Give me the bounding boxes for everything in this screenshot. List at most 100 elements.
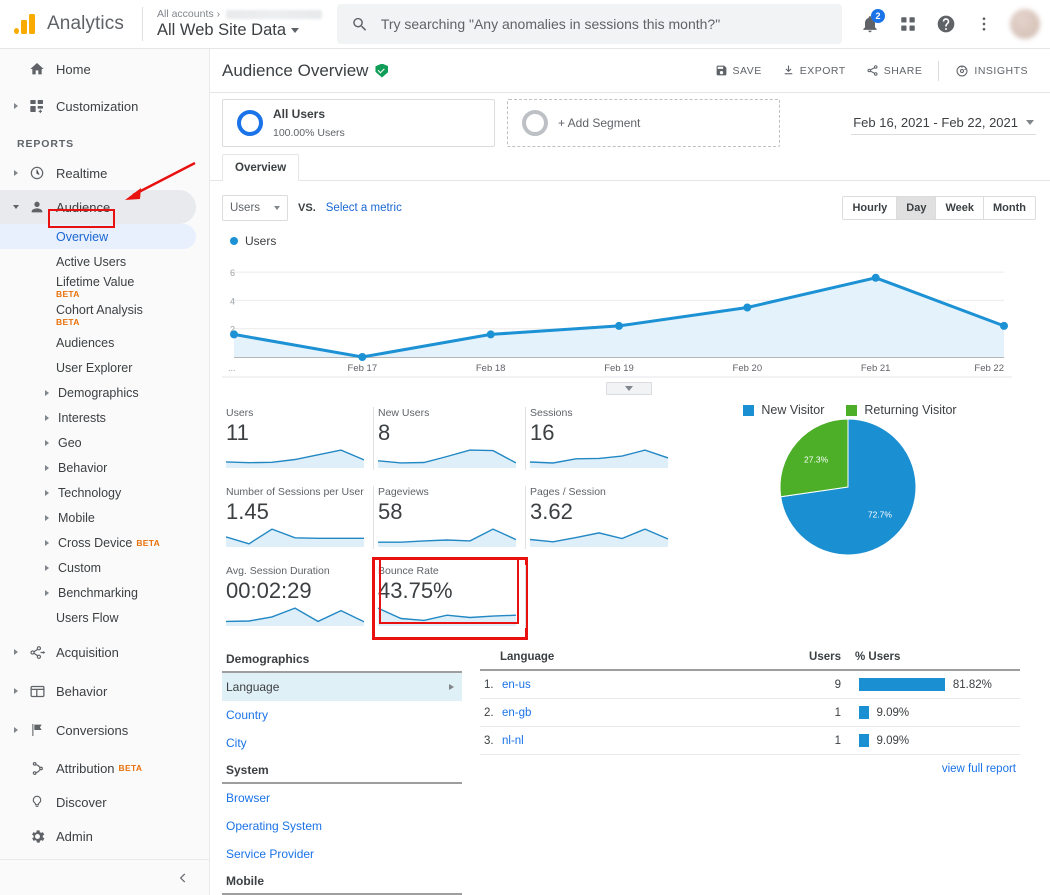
sidebar-item-behavior-audience[interactable]: Behavior [0, 455, 209, 480]
language-table: Language Users % Users 1. en-us 9 81.82% 2. e… [480, 646, 1020, 755]
sidebar-item-mobile[interactable]: Mobile [0, 505, 209, 530]
segment-all-users[interactable]: All Users 100.00% Users [222, 99, 495, 147]
row-language[interactable]: nl-nl [498, 726, 789, 755]
export-button[interactable]: EXPORT [774, 58, 854, 83]
line-chart-svg: 246Feb 17 Feb 18 Feb 19 Feb 20 Feb 21 Feb 22.… [222, 268, 1012, 378]
sidebar-item-technology[interactable]: Technology [0, 480, 209, 505]
account-selector[interactable]: All accounts › All Web Site Data [157, 8, 327, 40]
select-a-metric-link[interactable]: Select a metric [326, 202, 402, 214]
sidebar-item-demographics[interactable]: Demographics [0, 380, 209, 405]
chevron-right-icon [40, 414, 54, 421]
pie-legend-new-visitor[interactable]: New Visitor [743, 403, 824, 417]
sidebar-item-active-users[interactable]: Active Users [0, 249, 209, 274]
add-segment-button[interactable]: + Add Segment [507, 99, 780, 147]
metric-select[interactable]: Users [222, 195, 289, 221]
demographics-item[interactable]: Language [222, 673, 462, 701]
tab-overview[interactable]: Overview [222, 154, 300, 181]
sidebar-item-attribution[interactable]: Attribution BETA [0, 751, 209, 785]
breadcrumb[interactable]: All accounts › [157, 8, 327, 20]
metric-card[interactable]: Sessions 16 [526, 401, 678, 480]
sidebar-item-customization[interactable]: Customization [0, 89, 209, 123]
notifications-button[interactable]: 2 [854, 8, 886, 40]
sidebar-item-home[interactable]: Home [0, 52, 209, 86]
help-button[interactable] [930, 8, 962, 40]
column-header-pct-users[interactable]: % Users [845, 646, 1020, 671]
sidebar-item-user-explorer[interactable]: User Explorer [0, 355, 209, 380]
sidebar-item-audience[interactable]: Audience [0, 190, 196, 224]
svg-text:4: 4 [230, 296, 235, 306]
sidebar-item-discover[interactable]: Discover [0, 785, 209, 819]
language-link[interactable]: nl-nl [502, 735, 524, 747]
demographics-item[interactable]: Service Provider [222, 840, 462, 868]
demographics-item[interactable]: Country [222, 701, 462, 729]
pie-legend-returning-visitor[interactable]: Returning Visitor [846, 403, 957, 417]
grid-apps-icon [901, 17, 915, 31]
chart-zoom-handle[interactable] [606, 382, 652, 395]
sidebar-item-audiences[interactable]: Audiences [0, 330, 209, 355]
language-link[interactable]: en-us [502, 679, 531, 691]
property-selector[interactable]: All Web Site Data [157, 21, 327, 40]
sidebar-item-conversions[interactable]: Conversions [0, 713, 209, 747]
metric-card[interactable]: Avg. Session Duration 00:02:29 [222, 559, 374, 638]
sidebar-item-realtime[interactable]: Realtime [0, 156, 209, 190]
home-icon [24, 61, 50, 77]
metric-card[interactable]: Pages / Session 3.62 [526, 480, 678, 559]
users-line-chart[interactable]: 2 4 6 Feb 17 Feb 18 Feb 19 Feb 20 Feb 21 Feb 22.… [222, 252, 1012, 380]
pie-legend-label-new: New Visitor [761, 403, 825, 417]
sidebar-item-interests[interactable]: Interests [0, 405, 209, 430]
metric-card[interactable]: Users 11 [222, 401, 374, 480]
collapse-sidebar-button[interactable] [0, 859, 209, 895]
demographics-item[interactable]: Browser [222, 784, 462, 812]
view-full-report-link[interactable]: view full report [480, 755, 1020, 775]
metric-card[interactable]: Bounce Rate 43.75% [372, 557, 528, 640]
demographics-item[interactable]: City [222, 729, 462, 757]
sidebar-item-behavior[interactable]: Behavior [0, 674, 209, 708]
table-row[interactable]: 2. en-gb 1 9.09% [480, 698, 1020, 727]
sidebar-item-users-flow[interactable]: Users Flow [0, 605, 209, 630]
pct-bar-wrap: 81.82% [849, 678, 1016, 691]
more-options-button[interactable] [968, 8, 1000, 40]
sidebar-item-admin[interactable]: Admin [0, 819, 209, 853]
avatar[interactable] [1010, 9, 1040, 39]
sidebar-item-overview[interactable]: Overview [0, 224, 196, 249]
demographics-item-label: Service Provider [226, 847, 315, 861]
date-range-picker[interactable]: Feb 16, 2021 - Feb 22, 2021 [851, 112, 1036, 135]
share-button[interactable]: SHARE [858, 58, 931, 83]
granularity-week[interactable]: Week [936, 197, 985, 219]
metric-card-label: New Users [378, 407, 430, 419]
clock-icon [24, 165, 50, 181]
sidebar-item-geo[interactable]: Geo [0, 430, 209, 455]
date-range-label: Feb 16, 2021 - Feb 22, 2021 [853, 114, 1018, 130]
metric-card[interactable]: Number of Sessions per User 1.45 [222, 480, 374, 559]
granularity-hourly[interactable]: Hourly [843, 197, 898, 219]
sidebar-item-benchmarking[interactable]: Benchmarking [0, 580, 209, 605]
search-bar[interactable] [337, 4, 842, 44]
search-input[interactable] [380, 16, 828, 32]
sidebar-item-acquisition[interactable]: Acquisition [0, 635, 209, 669]
table-row[interactable]: 1. en-us 9 81.82% [480, 670, 1020, 699]
granularity-month[interactable]: Month [984, 197, 1035, 219]
page-actions: SAVE EXPORT SHARE INSIGHTS [707, 58, 1037, 84]
granularity-day[interactable]: Day [897, 197, 937, 219]
sidebar-item-lifetime-value[interactable]: Lifetime Value BETA [0, 274, 209, 302]
sidebar-label-audiences: Audiences [56, 335, 115, 350]
pie-chart-svg[interactable]: 72.7% 27.3% [700, 417, 1000, 565]
sidebar-item-cross-device[interactable]: Cross Device BETA [0, 530, 209, 555]
metric-card[interactable]: Pageviews 58 [374, 480, 526, 559]
main-content: Audience Overview SAVE EXPORT SHARE INSI… [210, 49, 1050, 895]
analytics-logo[interactable]: Analytics [0, 11, 140, 37]
sidebar-label-cohort-wrap: Cohort Analysis BETA [56, 304, 143, 328]
column-header-users[interactable]: Users [789, 646, 845, 671]
metric-card[interactable]: New Users 8 [374, 401, 526, 480]
column-header-language[interactable]: Language [480, 646, 789, 671]
apps-button[interactable] [892, 8, 924, 40]
row-language[interactable]: en-us [498, 670, 789, 699]
demographics-item[interactable]: Operating System [222, 812, 462, 840]
language-link[interactable]: en-gb [502, 707, 531, 719]
sidebar-item-cohort-analysis[interactable]: Cohort Analysis BETA [0, 302, 209, 330]
save-button[interactable]: SAVE [707, 58, 770, 83]
sidebar-item-custom[interactable]: Custom [0, 555, 209, 580]
row-language[interactable]: en-gb [498, 698, 789, 727]
table-row[interactable]: 3. nl-nl 1 9.09% [480, 726, 1020, 755]
insights-button[interactable]: INSIGHTS [947, 58, 1036, 84]
